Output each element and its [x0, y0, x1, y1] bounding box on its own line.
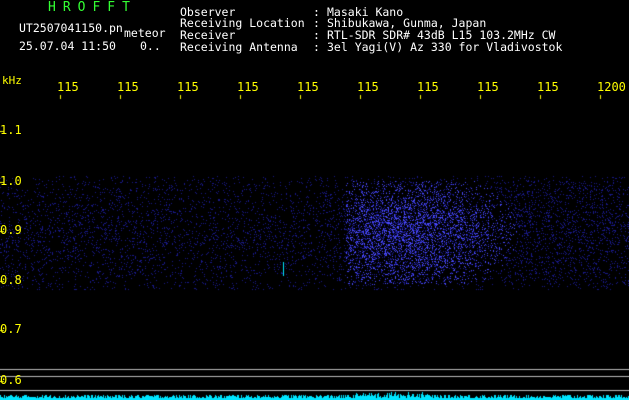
x-tick-label: 115	[537, 80, 559, 94]
x-tick-label: 115	[117, 80, 139, 94]
y-tick-label: 0.8	[0, 273, 22, 287]
x-tick-label: 115	[297, 80, 319, 94]
y-tick-label: 0.6	[0, 373, 22, 387]
app-title: HROFFT	[48, 0, 137, 15]
x-tick-label: 115	[357, 80, 379, 94]
y-tick-label: 0.7	[0, 322, 22, 336]
axis-unit-label: kHz	[2, 74, 22, 87]
x-tick-label: 115	[417, 80, 439, 94]
x-tick-label: 115	[177, 80, 199, 94]
y-tick-label: 0.9	[0, 223, 22, 237]
date-time: 25.07.04 11:50	[19, 39, 116, 53]
file-name: UT2507041150.pn	[19, 21, 123, 35]
spectrogram-window: HROFFT UT2507041150.pn meteor 25.07.04 1…	[0, 0, 629, 400]
count-value: 0..	[140, 39, 161, 53]
spectrogram-plot	[0, 0, 629, 400]
x-tick-label: 1200	[597, 80, 626, 94]
antenna-separator: :	[313, 40, 320, 54]
antenna-value: 3el Yagi(V) Az 330 for Vladivostok	[327, 40, 563, 54]
y-tick-label: 1.1	[0, 123, 22, 137]
x-tick-label: 115	[237, 80, 259, 94]
antenna-label: Receiving Antenna	[180, 40, 298, 54]
y-tick-label: 1.0	[0, 174, 22, 188]
x-tick-label: 115	[477, 80, 499, 94]
x-tick-label: 115	[57, 80, 79, 94]
meteor-label: meteor	[124, 26, 166, 40]
